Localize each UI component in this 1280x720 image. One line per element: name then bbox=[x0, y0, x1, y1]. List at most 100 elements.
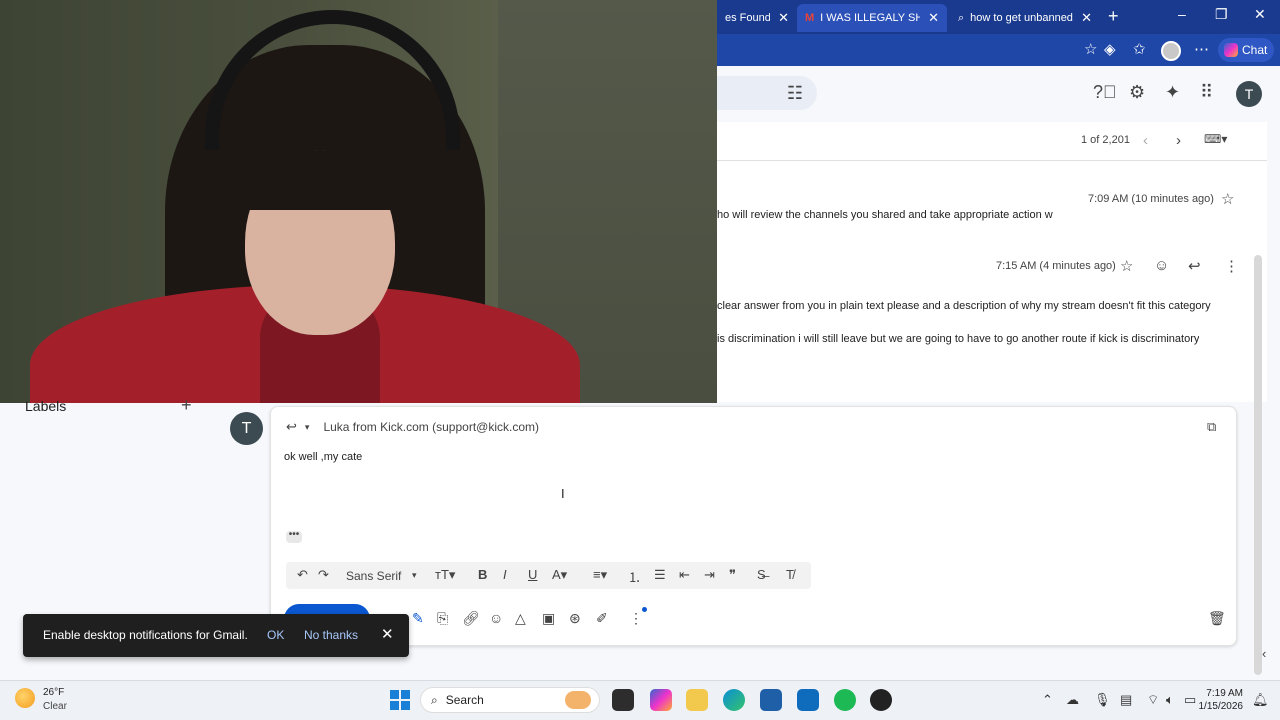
maximize-icon[interactable]: ❐ bbox=[1215, 6, 1228, 23]
toast-no-thanks-button[interactable]: No thanks bbox=[304, 628, 358, 642]
chevron-down-icon[interactable]: ▾ bbox=[305, 422, 310, 433]
show-trimmed-content-button[interactable]: ••• bbox=[286, 530, 302, 543]
signature-icon[interactable]: ✐ bbox=[596, 610, 608, 627]
spotify-icon[interactable] bbox=[834, 689, 856, 711]
bold-icon[interactable]: B bbox=[478, 567, 487, 582]
onedrive-icon[interactable]: ☁ bbox=[1066, 692, 1079, 708]
drive-icon[interactable]: △ bbox=[515, 610, 526, 627]
microphone-icon[interactable]: 🎙︎ bbox=[1094, 692, 1111, 708]
message-snippet[interactable]: ho will review the channels you shared a… bbox=[717, 209, 1053, 221]
add-label-icon[interactable]: + bbox=[181, 395, 192, 416]
help-icon[interactable]: ?⃝ bbox=[1093, 82, 1117, 103]
gemini-sparkle-icon[interactable]: ✦ bbox=[1165, 82, 1180, 103]
browser-tab[interactable]: es Found ✕ bbox=[717, 4, 797, 32]
close-icon[interactable]: ✕ bbox=[928, 10, 939, 26]
toast-ok-button[interactable]: OK bbox=[267, 628, 284, 642]
indent-more-icon[interactable]: ⇥ bbox=[704, 567, 715, 583]
clock-time[interactable]: 7:19 AM bbox=[1199, 688, 1243, 699]
start-icon[interactable] bbox=[390, 690, 410, 710]
tray-app-icon[interactable]: ▤ bbox=[1120, 692, 1132, 708]
search-options-icon[interactable]: ☷ bbox=[775, 78, 815, 108]
weather-description[interactable]: Clear bbox=[43, 701, 67, 712]
tab-title: how to get unbanned fr bbox=[970, 12, 1074, 24]
strikethrough-icon[interactable]: S̶ bbox=[757, 567, 766, 582]
copilot-chat-button[interactable]: Chat bbox=[1218, 38, 1274, 62]
scrollbar[interactable] bbox=[1254, 255, 1262, 675]
extension-icon[interactable]: ◈ bbox=[1104, 40, 1116, 58]
formatting-options-icon[interactable]: ✎ bbox=[412, 610, 424, 627]
new-tab-icon[interactable]: + bbox=[1108, 6, 1119, 27]
store-icon[interactable] bbox=[760, 689, 782, 711]
italic-icon[interactable]: I bbox=[503, 567, 507, 582]
attach-icon[interactable]: ⎘ bbox=[437, 610, 448, 627]
underline-icon[interactable]: U bbox=[528, 567, 537, 582]
more-options-icon[interactable]: ⋮ bbox=[629, 610, 643, 627]
reply-type-icon[interactable]: ↩ bbox=[286, 419, 297, 435]
task-view-icon[interactable] bbox=[612, 689, 634, 711]
previous-icon[interactable]: ‹ bbox=[1143, 132, 1148, 149]
reply-header: ↩ ▾ Luka from Kick.com (support@kick.com… bbox=[286, 419, 539, 435]
message-time: 7:09 AM (10 minutes ago) bbox=[1088, 193, 1214, 205]
browser-profile-avatar[interactable] bbox=[1161, 41, 1181, 61]
account-avatar[interactable]: T bbox=[1236, 81, 1262, 107]
settings-gear-icon[interactable]: ⚙ bbox=[1129, 82, 1145, 103]
message-body-line: is discrimination i will still leave but… bbox=[717, 333, 1200, 345]
font-select[interactable]: Sans Serif bbox=[346, 569, 401, 583]
redo-icon[interactable]: ↷ bbox=[318, 567, 329, 583]
emoji-icon[interactable]: ☺ bbox=[489, 610, 503, 626]
toast-message: Enable desktop notifications for Gmail. bbox=[43, 628, 248, 642]
chevron-down-icon[interactable]: ▾ bbox=[412, 570, 417, 581]
photo-icon[interactable]: ▣ bbox=[542, 610, 555, 627]
taskbar-search[interactable]: ⌕ Search bbox=[420, 687, 600, 713]
text-color-icon[interactable]: A▾ bbox=[552, 567, 567, 583]
discard-draft-icon[interactable]: 🗑︎ bbox=[1208, 610, 1226, 627]
compose-body[interactable]: ok well ,my cate bbox=[284, 451, 362, 463]
emoji-reaction-icon[interactable]: ☺ bbox=[1154, 257, 1169, 274]
indent-less-icon[interactable]: ⇤ bbox=[679, 567, 690, 583]
file-explorer-icon[interactable] bbox=[686, 689, 708, 711]
weather-temperature[interactable]: 26°F bbox=[43, 687, 64, 698]
wifi-icon[interactable]: ⌔ bbox=[1147, 692, 1159, 708]
edge-browser-icon[interactable] bbox=[723, 689, 745, 711]
link-icon[interactable]: 🔗︎ bbox=[462, 610, 480, 627]
next-icon[interactable]: › bbox=[1176, 132, 1181, 149]
align-icon[interactable]: ≡▾ bbox=[593, 567, 607, 583]
clock-date[interactable]: 1/15/2026 bbox=[1189, 701, 1244, 712]
input-tools-icon[interactable]: ⌨▾ bbox=[1204, 132, 1227, 146]
numbered-list-icon[interactable]: ⒈ bbox=[628, 567, 641, 586]
search-icon: ⌕ bbox=[958, 11, 965, 24]
copilot-app-icon[interactable] bbox=[650, 689, 672, 711]
apps-grid-icon[interactable]: ⠿ bbox=[1200, 82, 1213, 103]
quote-icon[interactable]: ❞ bbox=[729, 567, 736, 583]
bulleted-list-icon[interactable]: ☰ bbox=[654, 567, 666, 583]
confidential-lock-icon[interactable]: ⊛ bbox=[569, 610, 581, 627]
minimize-icon[interactable]: – bbox=[1178, 6, 1186, 22]
volume-icon[interactable]: 🔈︎ bbox=[1166, 692, 1174, 708]
recipient[interactable]: Luka from Kick.com (support@kick.com) bbox=[323, 420, 539, 434]
close-icon[interactable]: ✕ bbox=[778, 10, 789, 26]
weather-icon[interactable] bbox=[15, 688, 35, 708]
outlook-icon[interactable] bbox=[797, 689, 819, 711]
remove-formatting-icon[interactable]: T̸ bbox=[786, 567, 794, 582]
close-icon[interactable]: ✕ bbox=[1081, 10, 1092, 26]
notifications-bell-icon[interactable]: 🔔︎ bbox=[1252, 692, 1269, 708]
favorites-icon[interactable]: ✩ bbox=[1133, 40, 1146, 58]
more-icon[interactable]: ⋯ bbox=[1194, 40, 1209, 58]
browser-tab-active[interactable]: M I WAS ILLEGALY SHADO ✕ bbox=[797, 4, 947, 32]
webcam-headphones bbox=[205, 10, 460, 150]
close-window-icon[interactable]: ✕ bbox=[1254, 6, 1266, 23]
browser-tab[interactable]: ⌕ how to get unbanned fr ✕ bbox=[950, 4, 1100, 32]
webcam-person-bangs bbox=[245, 150, 395, 210]
text-size-icon[interactable]: ᴛT▾ bbox=[435, 567, 455, 583]
star-icon[interactable]: ☆ bbox=[1221, 190, 1234, 208]
star-icon[interactable]: ☆ bbox=[1120, 257, 1133, 275]
chevron-up-icon[interactable]: ⌃ bbox=[1042, 692, 1053, 708]
favorite-star-icon[interactable]: ☆ bbox=[1084, 40, 1097, 58]
reply-icon[interactable]: ↩ bbox=[1188, 257, 1201, 275]
app-icon[interactable] bbox=[870, 689, 892, 711]
undo-icon[interactable]: ↶ bbox=[297, 567, 308, 583]
more-vert-icon[interactable]: ⋮ bbox=[1224, 257, 1239, 275]
pop-out-icon[interactable]: ⧉ bbox=[1207, 419, 1216, 435]
close-icon[interactable]: ✕ bbox=[381, 625, 394, 643]
chevron-left-icon[interactable]: ‹ bbox=[1262, 646, 1266, 661]
